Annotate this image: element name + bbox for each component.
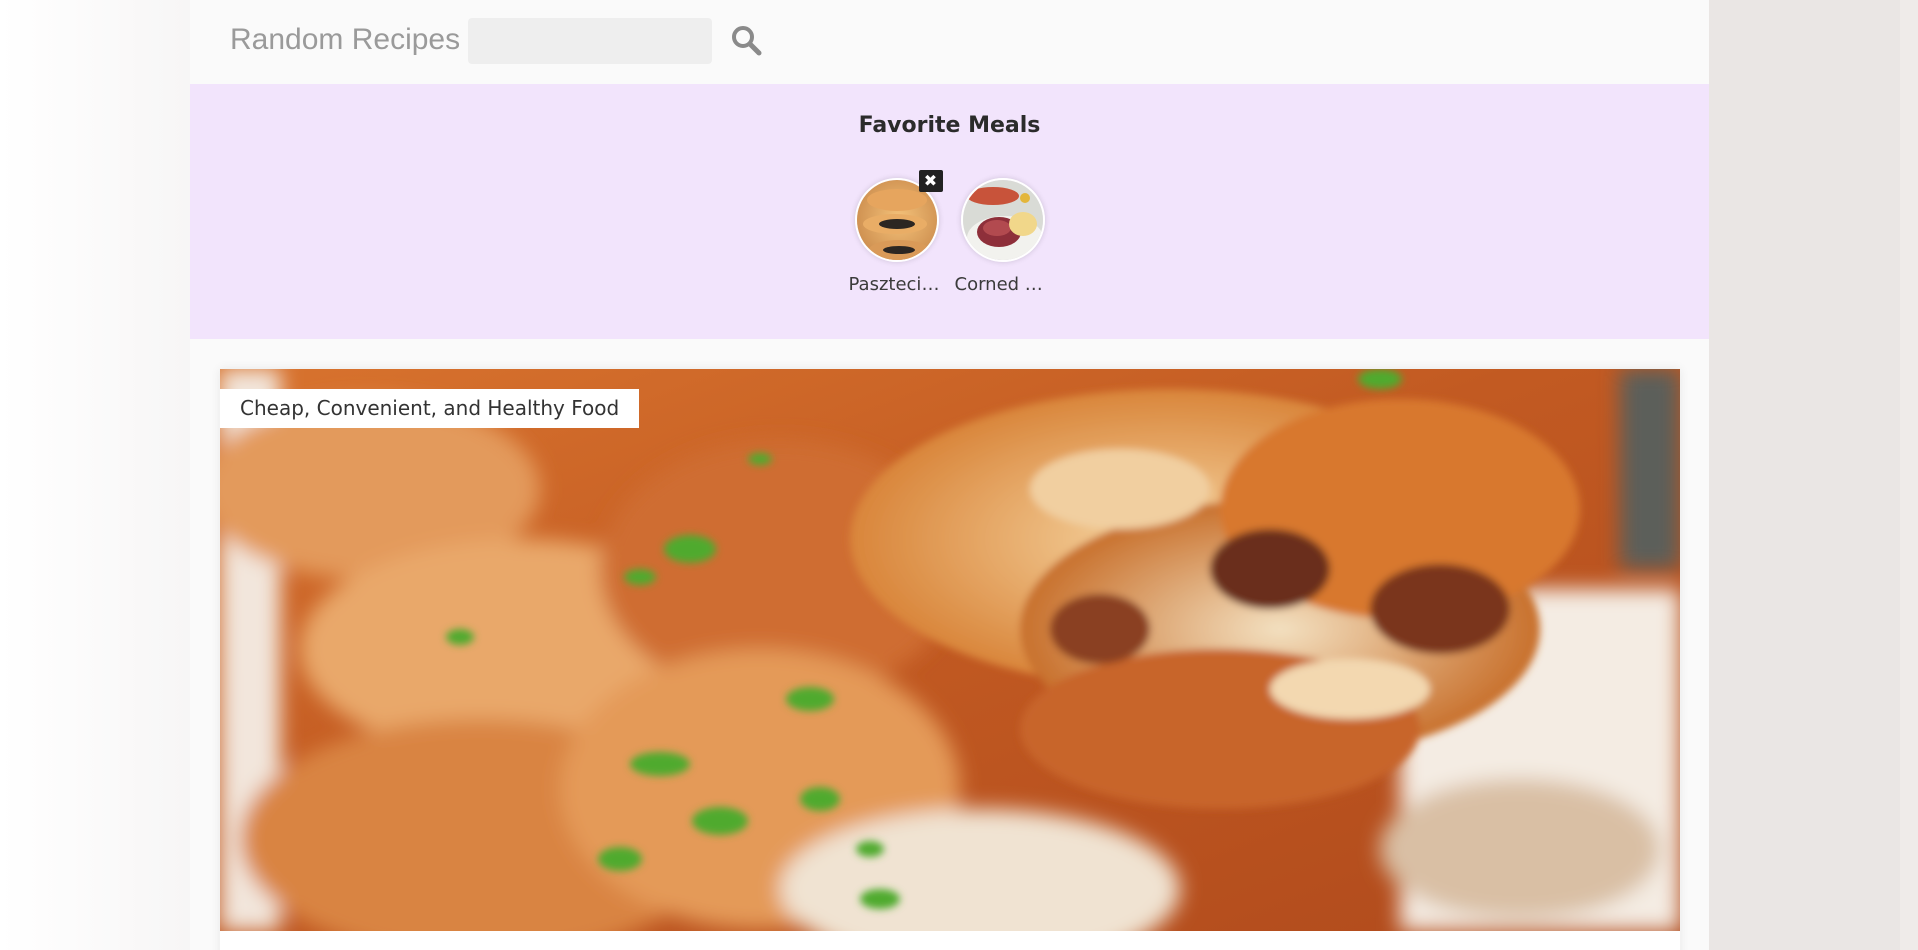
brand-title: Random Recipes bbox=[230, 23, 461, 56]
favorite-item[interactable]: ✖ Pasztecik... bbox=[848, 170, 945, 295]
favorite-item[interactable]: Corned B... bbox=[954, 178, 1051, 295]
meal-photo bbox=[962, 180, 1043, 260]
meal-photo bbox=[220, 369, 1680, 931]
page-background-right bbox=[1709, 0, 1900, 950]
header: Random Recipes bbox=[190, 0, 1709, 84]
app-container: Random Recipes Favorite Meals ✖ Paszteci… bbox=[190, 0, 1709, 950]
meal-photo bbox=[856, 180, 937, 260]
favorite-thumbnail[interactable] bbox=[960, 178, 1045, 262]
favorite-name: Corned B... bbox=[954, 274, 1051, 295]
favorites-title: Favorite Meals bbox=[858, 113, 1041, 138]
favorites-list: ✖ Pasztecik... Corned B... bbox=[190, 170, 1709, 295]
close-icon: ✖ bbox=[923, 171, 938, 190]
search-input[interactable] bbox=[468, 18, 712, 64]
meal-image: Cheap, Convenient, and Healthy Food bbox=[220, 369, 1680, 931]
page-background-left bbox=[0, 0, 190, 950]
meal-tag: Cheap, Convenient, and Healthy Food bbox=[220, 389, 640, 428]
search-icon bbox=[732, 25, 762, 55]
favorite-name: Pasztecik... bbox=[848, 274, 945, 295]
favorite-meals-section: Favorite Meals ✖ Pasztecik... Corned B..… bbox=[190, 84, 1709, 339]
random-meal-card: Cheap, Convenient, and Healthy Food bbox=[220, 369, 1680, 950]
remove-favorite-button[interactable]: ✖ bbox=[918, 170, 943, 192]
search-button[interactable] bbox=[726, 20, 766, 62]
